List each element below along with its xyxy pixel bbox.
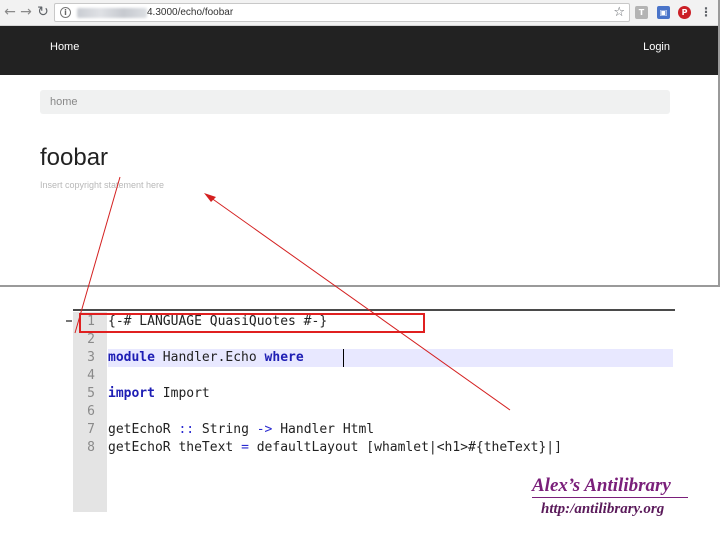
- copyright-text: Insert copyright statement here: [40, 180, 165, 190]
- line-number: 7: [87, 422, 95, 437]
- browser-window: ← → ↻ i 4.3000/echo/foobar ☆ T ▣ P ⋮ Hom…: [0, 0, 720, 287]
- redacted-host: [77, 8, 147, 18]
- kebab-menu-icon[interactable]: ⋮: [700, 4, 712, 20]
- extension-icon[interactable]: ▣: [657, 6, 670, 19]
- code-line[interactable]: import Import: [108, 385, 210, 403]
- keyword-token: module: [108, 350, 155, 365]
- code-line[interactable]: getEchoR :: String -> Handler Html: [108, 421, 374, 439]
- extension-icon[interactable]: T: [635, 6, 648, 19]
- operator-token: ::: [178, 422, 195, 437]
- editor-top-border: [73, 309, 675, 311]
- page-title: foobar: [40, 144, 109, 171]
- watermark-underline: [532, 497, 688, 498]
- code-token: getEchoR: [108, 422, 179, 437]
- breadcrumb: home: [40, 90, 670, 114]
- forward-arrow-icon[interactable]: →: [18, 4, 34, 20]
- code-token: String: [194, 422, 257, 437]
- pinterest-icon[interactable]: P: [678, 6, 691, 19]
- watermark-title: Alex’s Antilibrary: [532, 475, 671, 496]
- bookmark-star-icon[interactable]: ☆: [613, 5, 625, 21]
- breadcrumb-home-link[interactable]: home: [50, 95, 78, 109]
- reload-icon[interactable]: ↻: [35, 4, 51, 20]
- keyword-token: where: [264, 350, 304, 365]
- line-number: 8: [87, 440, 95, 455]
- text-cursor: [343, 349, 344, 367]
- code-line[interactable]: getEchoR theText = defaultLayout [whamle…: [108, 439, 562, 457]
- line-number: 6: [87, 404, 95, 419]
- code-token: Handler Html: [272, 422, 375, 437]
- browser-toolbar: ← → ↻ i 4.3000/echo/foobar ☆ T ▣ P ⋮: [0, 0, 718, 26]
- highlight-box: [79, 313, 425, 333]
- code-token: Handler.Echo: [154, 350, 265, 365]
- code-line[interactable]: module Handler.Echo where: [108, 349, 304, 367]
- operator-token: ->: [256, 422, 273, 437]
- line-number: 5: [87, 386, 95, 401]
- nav-login-link[interactable]: Login: [643, 40, 670, 54]
- code-token: defaultLayout [whamlet|<h1>#{theText}|]: [248, 440, 562, 455]
- line-number: 2: [87, 332, 95, 347]
- line-number: 3: [87, 350, 95, 365]
- keyword-token: import: [108, 386, 155, 401]
- back-arrow-icon[interactable]: ←: [2, 4, 18, 20]
- code-token: Import: [154, 386, 210, 401]
- nav-home-link[interactable]: Home: [50, 40, 79, 54]
- url-text: 4.3000/echo/foobar: [147, 7, 234, 18]
- address-bar[interactable]: i 4.3000/echo/foobar ☆: [54, 3, 630, 22]
- operator-token: =: [241, 440, 249, 455]
- watermark-url: http:/antilibrary.org: [541, 501, 665, 517]
- line-number: 4: [87, 368, 95, 383]
- site-navbar: Home Login: [0, 26, 718, 75]
- info-icon[interactable]: i: [60, 7, 71, 18]
- fold-marker-icon[interactable]: [66, 320, 72, 322]
- code-token: getEchoR theText: [108, 440, 242, 455]
